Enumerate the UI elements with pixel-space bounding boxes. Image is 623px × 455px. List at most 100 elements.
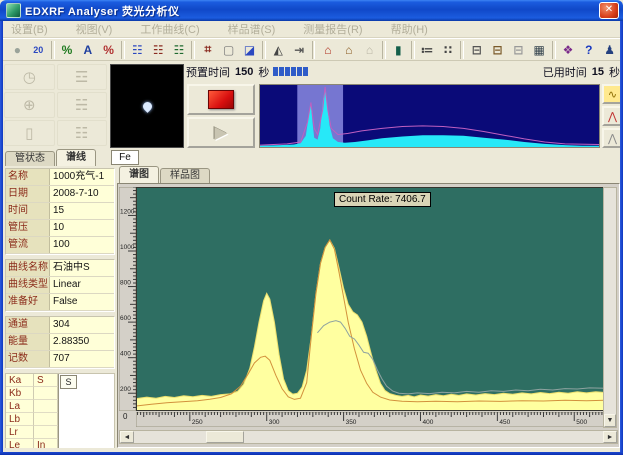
scroll-down-button[interactable]: ▼: [604, 414, 616, 427]
preview-svg: [260, 85, 599, 147]
x-axis-ruler: 250300350400450500: [136, 412, 605, 427]
toolbar-separator: [191, 41, 195, 59]
titlebar[interactable]: EDXRF Analyser 荧光分析仪 ✕: [0, 0, 623, 21]
start-button[interactable]: ▶: [187, 117, 255, 148]
tab-spectrum-view[interactable]: 谱图: [119, 166, 159, 183]
line-element-cell[interactable]: [34, 413, 58, 426]
close-button[interactable]: ✕: [599, 2, 619, 19]
param-row: 日期2008-7-10: [6, 186, 114, 203]
menu-measure-report[interactable]: 测量报告(R): [303, 21, 362, 37]
print-button[interactable]: ⊟: [466, 40, 487, 60]
line-element-column: SIn: [34, 374, 58, 452]
shift-right-button[interactable]: ⇥: [289, 40, 310, 60]
preset-time-value: 150: [235, 66, 253, 78]
tab-band: 管状态谱线 Fe: [3, 150, 620, 166]
percent-calib-button[interactable]: %: [57, 40, 78, 60]
detail-view-button[interactable]: ∷: [438, 40, 459, 60]
delete-spectrum-button[interactable]: ☷: [148, 40, 169, 60]
menubar: 设置(B) 视图(V) 工作曲线(C) 样品谱(S) 测量报告(R) 帮助(H): [3, 21, 620, 38]
line-type-cell[interactable]: La: [6, 400, 34, 413]
region-select-button[interactable]: ▢: [218, 40, 239, 60]
vertical-scrollbar[interactable]: ▼: [603, 187, 617, 428]
menu-settings[interactable]: 设置(B): [11, 21, 48, 37]
selected-element-cell[interactable]: S: [60, 375, 77, 389]
log-button[interactable]: ▯: [4, 120, 55, 146]
timer-button[interactable]: ◷: [4, 64, 55, 90]
line-type-cell[interactable]: Kb: [6, 387, 34, 400]
svg-text:600: 600: [120, 315, 131, 322]
print-report-button[interactable]: ⊟: [487, 40, 508, 60]
progress-block: [285, 67, 290, 76]
menu-sample-spectra[interactable]: 样品谱(S): [228, 21, 276, 37]
app-window: EDXRF Analyser 荧光分析仪 ✕ 设置(B) 视图(V) 工作曲线(C)…: [0, 0, 623, 455]
open-home-button[interactable]: ⌂: [317, 40, 338, 60]
standby-button[interactable]: ☵: [57, 92, 108, 118]
horizontal-scrollbar[interactable]: ◄ ►: [119, 430, 618, 444]
hv-on-button[interactable]: ☲: [57, 64, 108, 90]
counter-20-button[interactable]: 20: [28, 40, 49, 60]
help-book-button[interactable]: ❖: [558, 40, 579, 60]
new-spectrum-button[interactable]: ☷: [127, 40, 148, 60]
spectrum-preview[interactable]: [259, 84, 600, 148]
connect-button[interactable]: ●: [7, 40, 28, 60]
peak-invert-button[interactable]: ◭: [268, 40, 289, 60]
param-row: 记数707: [6, 351, 114, 368]
exit-button[interactable]: ♟: [599, 40, 620, 60]
tab-spectral-lines[interactable]: 谱线: [56, 149, 96, 166]
svg-text:300: 300: [269, 419, 280, 426]
toolbar: ●20%A%☷☷☷⌗▢◪◭⇥⌂⌂⌂▮≔∷⊟⊟⊟▦❖?♟: [3, 38, 620, 61]
list-view-button[interactable]: ≔: [417, 40, 438, 60]
matrix-button[interactable]: ☷: [57, 120, 108, 146]
scroll-left-button[interactable]: ◄: [120, 431, 134, 443]
param-row: 时间15: [6, 203, 114, 220]
home-disabled-button[interactable]: ⌂: [359, 40, 380, 60]
line-type-cell[interactable]: Ka: [6, 374, 34, 387]
acquisition-time-row: 预置时间 150 秒 已用时间 15 秒: [186, 62, 620, 81]
context-help-button[interactable]: ?: [578, 40, 599, 60]
toolbar-separator: [411, 41, 415, 59]
line-element-cell[interactable]: [34, 400, 58, 413]
line-list: KaKbLaLbLrLe SIn S: [5, 373, 115, 453]
element-panel[interactable]: S: [58, 374, 114, 452]
auto-gain-button[interactable]: A: [77, 40, 98, 60]
line-element-cell[interactable]: [34, 387, 58, 400]
tab-sample-view[interactable]: 样品图: [160, 168, 210, 183]
chart-window-button[interactable]: ◪: [239, 40, 260, 60]
menu-help[interactable]: 帮助(H): [391, 21, 428, 37]
toolbar-separator: [382, 41, 386, 59]
element-box[interactable]: Fe: [111, 150, 139, 165]
param-row: 管流100: [6, 237, 114, 254]
svg-text:1200: 1200: [120, 208, 135, 215]
window-border-left: [0, 21, 3, 455]
save-home-button[interactable]: ⌂: [338, 40, 359, 60]
preset-time-label: 预置时间: [186, 64, 230, 80]
param-value: 1000充气-1: [50, 169, 114, 185]
parameter-group: 名称1000充气-1日期2008-7-10时间15管压10管流100: [5, 168, 115, 255]
line-type-column: KaKbLaLbLrLe: [6, 374, 34, 452]
stop-button[interactable]: [187, 84, 255, 115]
scroll-right-button[interactable]: ►: [603, 431, 617, 443]
peak-marker-button[interactable]: ⌗: [197, 40, 218, 60]
spectrum-plot[interactable]: [136, 187, 605, 411]
param-label: 管流: [6, 237, 50, 253]
sample-in-button[interactable]: ⊕: [4, 92, 55, 118]
add-spectrum-button[interactable]: ☷: [169, 40, 190, 60]
y-axis-ruler: 20040060080010001200: [119, 187, 136, 411]
library-button[interactable]: ▮: [388, 40, 409, 60]
line-type-cell[interactable]: Lb: [6, 413, 34, 426]
param-label: 准备好: [6, 294, 50, 310]
tab-tube-status[interactable]: 管状态: [5, 151, 55, 166]
scrollbar-thumb[interactable]: [206, 431, 244, 443]
line-element-cell[interactable]: [34, 426, 58, 439]
toolbar-separator: [312, 41, 316, 59]
ratio-button[interactable]: %: [98, 40, 119, 60]
menu-view[interactable]: 视图(V): [76, 21, 113, 37]
line-type-cell[interactable]: Lr: [6, 426, 34, 439]
print-setup-button[interactable]: ⊟: [508, 40, 529, 60]
parameter-group: 通道304能量2.88350记数707: [5, 316, 115, 369]
svg-text:1000: 1000: [120, 244, 135, 251]
menu-working-curve[interactable]: 工作曲线(C): [140, 21, 199, 37]
param-row: 曲线类型Linear: [6, 277, 114, 294]
calculator-button[interactable]: ▦: [529, 40, 550, 60]
line-element-cell[interactable]: S: [34, 374, 58, 387]
